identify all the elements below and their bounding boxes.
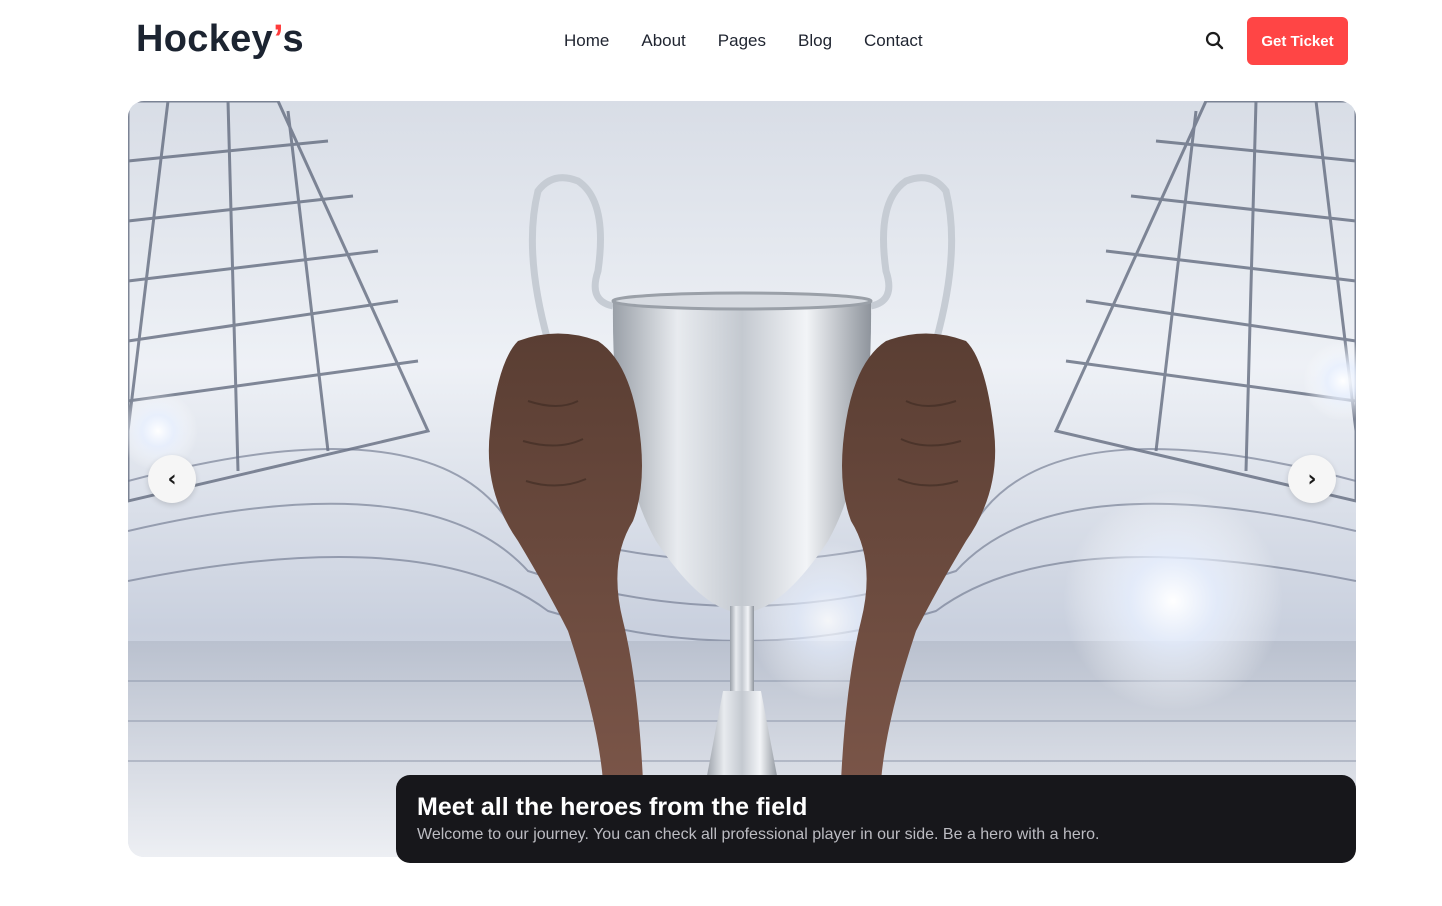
nav-item-home[interactable]: Home (564, 31, 609, 51)
hero-title: Meet all the heroes from the field (417, 793, 808, 821)
logo-text: Hockey (136, 18, 273, 60)
hero-caption: Meet all the heroes from the field Welco… (396, 775, 1356, 863)
site-header: Hockey’s Home About Pages Blog Contact G… (0, 0, 1442, 82)
logo[interactable]: Hockey’s (136, 18, 304, 61)
nav-item-blog[interactable]: Blog (798, 31, 832, 51)
get-ticket-button[interactable]: Get Ticket (1247, 17, 1348, 65)
main-nav: Home About Pages Blog Contact (564, 31, 923, 51)
nav-item-pages[interactable]: Pages (718, 31, 766, 51)
search-icon[interactable] (1202, 28, 1228, 54)
nav-item-about[interactable]: About (641, 31, 685, 51)
hero-image (128, 101, 1356, 857)
slider-prev-button[interactable]: ‹ (148, 455, 196, 503)
hero-slider: ‹ › (128, 101, 1356, 857)
slider-next-button[interactable]: › (1288, 455, 1336, 503)
nav-item-contact[interactable]: Contact (864, 31, 923, 51)
hero-subtitle: Welcome to our journey. You can check al… (417, 826, 1100, 843)
logo-suffix: s (282, 18, 304, 60)
